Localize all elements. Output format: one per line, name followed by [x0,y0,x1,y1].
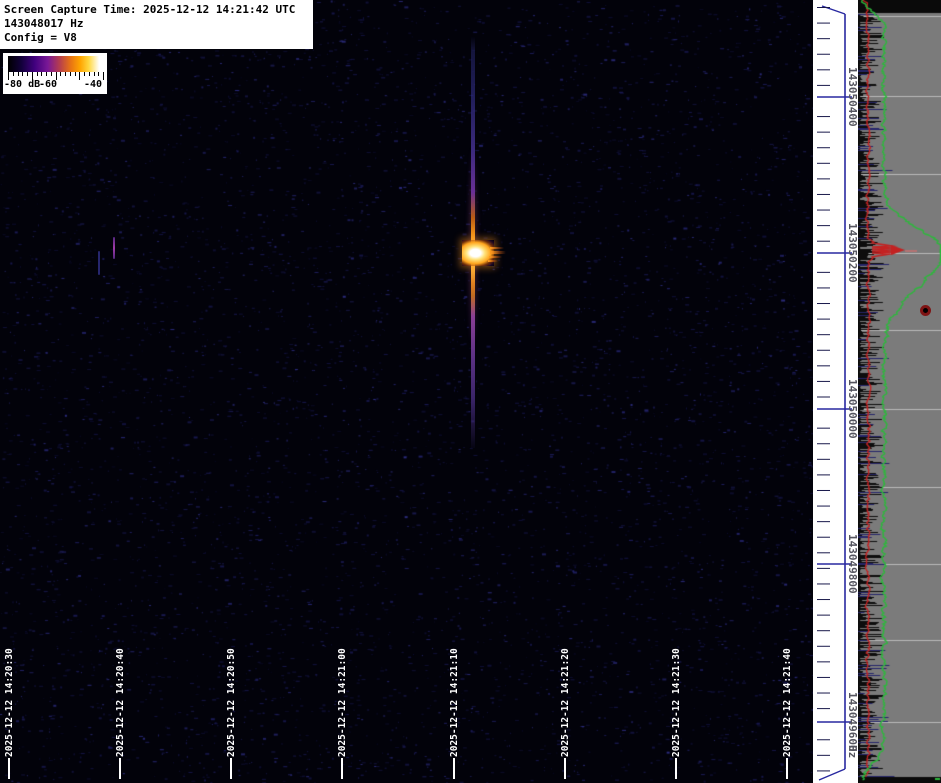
colorbar-legend: -80 dB -60 -40 [3,53,107,94]
time-axis-tick [675,758,677,779]
colorbar-labels: -80 dB -60 -40 [3,79,107,93]
time-axis-tick [8,758,10,779]
time-axis-tick [119,758,121,779]
colorbar-tick [75,72,76,76]
time-axis-tick [786,758,788,779]
screen-capture-root: Screen Capture Time: 2025-12-12 14:21:42… [0,0,941,783]
colorbar-tick [51,72,52,76]
time-axis-label: 2025-12-12 14:21:40 [782,648,794,757]
colorbar-tick [13,72,14,76]
faint-signal-dash [113,237,115,259]
spectrum-side-panel [858,0,941,783]
colorbar-tick [22,72,23,76]
colorbar-tick [65,72,66,76]
time-axis-tick [341,758,343,779]
peak-marker-dot [920,305,931,316]
colorbar-tick [41,72,42,76]
echo-doppler-streak [489,256,502,258]
colorbar-tick [60,72,61,76]
time-axis-label: 2025-12-12 14:21:30 [671,648,683,757]
time-axis-tick [453,758,455,779]
echo-doppler-streak [488,260,498,262]
echo-doppler-streak [490,251,506,254]
time-axis-label: 2025-12-12 14:20:50 [226,648,238,757]
colorbar-label-40: -40 [84,79,102,90]
colorbar-label-60: -60 [39,79,57,90]
colorbar-tick [27,72,28,76]
config-text: Config = V8 [4,31,313,45]
colorbar-tick [18,72,19,76]
time-axis-tick [230,758,232,779]
time-axis-label: 2025-12-12 14:21:10 [449,648,461,757]
center-frequency-text: 143048017 Hz [4,17,313,31]
colorbar-gradient [8,56,103,72]
capture-time-text: Screen Capture Time: 2025-12-12 14:21:42… [4,3,313,17]
faint-signal-dash [98,251,100,275]
time-axis-label: 2025-12-12 14:20:40 [115,648,127,757]
colorbar-tick [37,72,38,76]
time-axis-label: 2025-12-12 14:21:00 [337,648,349,757]
colorbar-label-80db: -80 dB [4,79,40,90]
time-axis-label: 2025-12-12 14:20:30 [4,648,16,757]
time-axis-label: 2025-12-12 14:21:20 [560,648,572,757]
capture-info-overlay: Screen Capture Time: 2025-12-12 14:21:42… [0,0,313,49]
colorbar-tick [70,72,71,76]
colorbar-tick [46,72,47,76]
echo-doppler-streak [490,247,504,249]
colorbar-tick [84,72,85,76]
colorbar-tick [94,72,95,76]
colorbar-tick [89,72,90,76]
time-axis-tick [564,758,566,779]
colorbar-tick [98,72,99,76]
